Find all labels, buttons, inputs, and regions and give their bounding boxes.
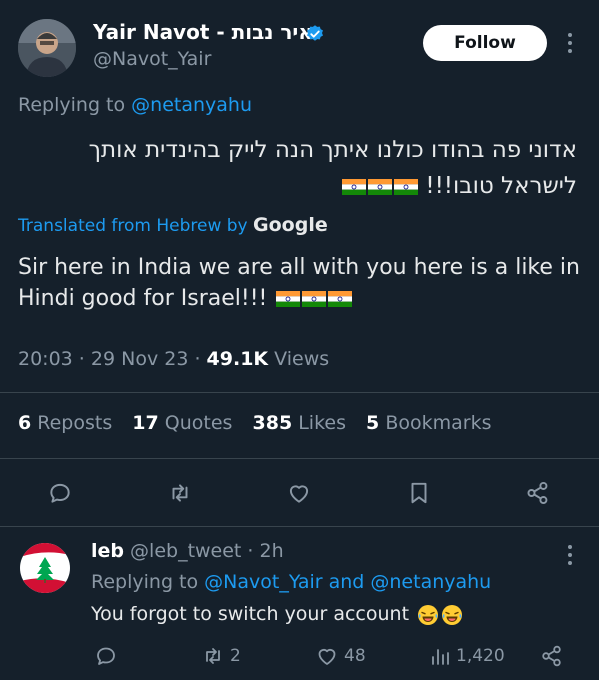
translation-note[interactable]: Translated from Hebrew by Google	[18, 214, 328, 236]
india-flag-icon	[394, 178, 419, 195]
tweet-meta: 20:03 · 29 Nov 23 · 49.1K Views	[18, 348, 329, 370]
tweet-stats: 6 Reposts 17 Quotes 385 Likes 5 Bookmark…	[18, 412, 505, 434]
stat-quotes[interactable]: 17 Quotes	[132, 412, 232, 434]
stat-count: 5	[366, 412, 380, 434]
repost-button[interactable]	[165, 478, 195, 508]
author-avatar[interactable]	[18, 19, 76, 77]
stat-reposts[interactable]: 6 Reposts	[18, 412, 112, 434]
reply-icon	[97, 647, 115, 665]
author-handle[interactable]: @Navot_Yair	[93, 48, 211, 70]
bookmark-button[interactable]	[404, 478, 434, 508]
more-icon[interactable]	[565, 544, 575, 566]
views-count: 49.1K	[206, 348, 269, 370]
reply-replying-user-link[interactable]: @netanyahu	[370, 571, 491, 593]
reply-like-button[interactable]: 48	[314, 644, 366, 668]
india-flag-icon	[368, 178, 393, 195]
india-flags	[274, 286, 353, 311]
stat-label: Bookmarks	[379, 412, 492, 434]
reply-button[interactable]	[45, 478, 75, 508]
reply-replying-user-link[interactable]: @Navot_Yair	[204, 571, 322, 593]
reply-share-button[interactable]	[540, 644, 564, 668]
like-icon	[289, 485, 309, 503]
stat-label: Quotes	[158, 412, 233, 434]
reply-repost-count: 2	[230, 646, 241, 666]
reply-author-name[interactable]: leb	[91, 540, 124, 562]
reply-replying-and: and	[322, 571, 371, 593]
author-name-separator: -	[209, 20, 232, 44]
divider	[0, 458, 599, 459]
lebanon-flag-avatar-icon	[20, 543, 70, 593]
tweet-time[interactable]: 20:03	[18, 348, 73, 370]
replying-prefix: Replying to	[18, 94, 132, 116]
stat-label: Likes	[292, 412, 346, 434]
tweet-text-line1: אדוני פה בהודו כולנו איתך הנה לייק בהינד…	[88, 137, 577, 163]
stat-label: Reposts	[31, 412, 113, 434]
tweet-text-translated: Sir here in India we are all with you he…	[18, 252, 583, 314]
meta-separator: ·	[188, 348, 207, 370]
reply-replying-prefix: Replying to	[91, 571, 205, 593]
divider	[0, 392, 599, 393]
reply-repost-button[interactable]: 2	[200, 644, 241, 668]
meta-separator: ·	[72, 348, 91, 370]
author-name-latin: Yair Navot	[93, 20, 210, 44]
google-logo: Google	[253, 214, 328, 236]
tweet-text-line2-text: לישראל טובו!!!	[425, 173, 577, 199]
bookmark-icon	[411, 482, 427, 504]
stat-count: 6	[18, 412, 32, 434]
reply-replying-to: Replying to @Navot_Yair and @netanyahu	[91, 571, 491, 593]
reply-time: · 2h	[241, 540, 284, 562]
share-button[interactable]	[523, 478, 553, 508]
tweet-text-original: אדוני פה בהודו כולנו איתך הנה לייק בהינד…	[37, 132, 577, 204]
reply-icon	[50, 483, 70, 503]
reply-views-count: 1,420	[456, 646, 505, 666]
author-name[interactable]: Yair Navot - יאיר נבות	[93, 20, 319, 44]
tweet-date[interactable]: 29 Nov 23	[91, 348, 189, 370]
repost-icon	[172, 484, 188, 502]
views-icon	[432, 649, 449, 665]
india-flag-icon	[328, 291, 353, 307]
share-icon	[527, 481, 548, 505]
replying-user-link[interactable]: @netanyahu	[131, 94, 252, 116]
reply-views-button[interactable]: 1,420	[428, 644, 505, 668]
repost-icon	[206, 648, 220, 664]
more-icon[interactable]	[565, 32, 575, 54]
reply-author-handle[interactable]: @leb_tweet	[124, 540, 241, 562]
divider	[0, 526, 599, 527]
reply-avatar[interactable]	[20, 543, 70, 593]
reply-text: You forgot to switch your account	[91, 603, 463, 626]
reply-text-content: You forgot to switch your account	[91, 603, 410, 625]
verified-badge-icon	[307, 25, 323, 41]
stat-count: 385	[252, 412, 293, 434]
india-flag-icon	[276, 291, 301, 307]
views-label: Views	[268, 348, 330, 370]
share-icon	[542, 645, 561, 667]
like-button[interactable]	[284, 478, 314, 508]
reply-author[interactable]: leb @leb_tweet · 2h	[91, 540, 284, 562]
stat-count: 17	[132, 412, 159, 434]
laughing-emoji-icon	[418, 604, 439, 625]
stat-bookmarks[interactable]: 5 Bookmarks	[366, 412, 491, 434]
india-flags	[340, 173, 419, 199]
follow-button[interactable]: Follow	[423, 25, 547, 61]
translation-prefix: Translated from Hebrew by	[18, 216, 254, 236]
reply-like-count: 48	[344, 646, 366, 666]
laughing-emoji-icon	[442, 604, 463, 625]
india-flag-icon	[342, 178, 367, 195]
like-icon	[318, 648, 336, 665]
india-flag-icon	[302, 291, 327, 307]
reply-reply-button[interactable]	[94, 644, 118, 668]
stat-likes[interactable]: 385 Likes	[253, 412, 347, 434]
replying-to: Replying to @netanyahu	[18, 94, 252, 116]
tweet-text-line2: לישראל טובו!!!	[37, 168, 577, 204]
